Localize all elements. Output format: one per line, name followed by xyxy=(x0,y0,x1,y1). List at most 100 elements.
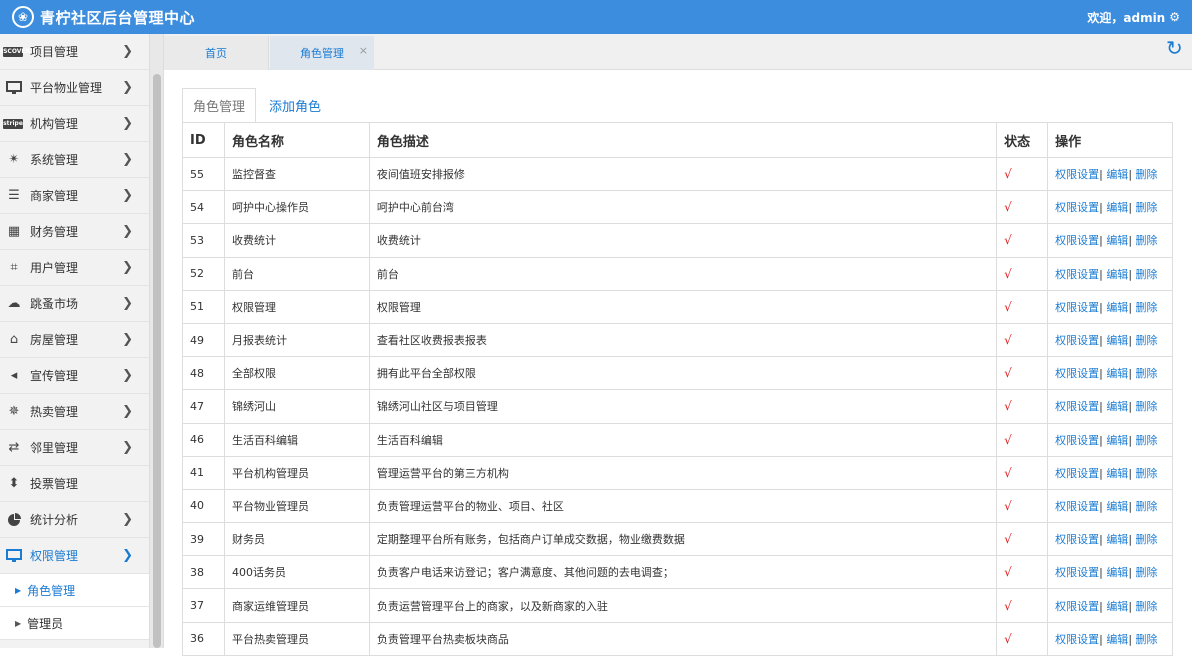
sidebar-item-label: 宣传管理 xyxy=(30,369,79,383)
delete-link[interactable]: 删除 xyxy=(1136,334,1158,347)
leaf-logo-icon: ❀ xyxy=(12,6,34,28)
tab-role-management[interactable]: 角色管理 × xyxy=(270,36,374,70)
sidebar-item-neighbor[interactable]: ⇄ 邻里管理 ❯ xyxy=(0,430,149,466)
edit-link[interactable]: 编辑 xyxy=(1106,334,1128,347)
cell-actions: 权限设置| 编辑| 删除 xyxy=(1047,223,1173,258)
delete-link[interactable]: 删除 xyxy=(1136,301,1158,314)
edit-link[interactable]: 编辑 xyxy=(1106,467,1128,480)
sidebar-subitem-admin[interactable]: ▶ 管理员 xyxy=(0,607,149,640)
sidebar-item-system[interactable]: ✴ 系统管理 ❯ xyxy=(0,142,149,178)
retweet-icon: ⇄ xyxy=(8,440,20,455)
edit-link[interactable]: 编辑 xyxy=(1106,301,1128,314)
user-menu[interactable]: 欢迎，admin ⚙ xyxy=(1087,0,1180,34)
app-title: 青柠社区后台管理中心 xyxy=(40,8,196,27)
cell-role-name: 平台机构管理员 xyxy=(223,455,370,490)
delete-link[interactable]: 删除 xyxy=(1136,367,1158,380)
delete-link[interactable]: 删除 xyxy=(1136,434,1158,447)
chevron-right-icon: ❯ xyxy=(122,548,133,563)
permission-settings-link[interactable]: 权限设置 xyxy=(1055,533,1099,546)
table-row: 38 400话务员 负责客户电话来访登记；客户满意度、其他问题的去电调查； √ 权限设置… xyxy=(182,555,1173,590)
separator: | xyxy=(1128,168,1133,182)
delete-link[interactable]: 删除 xyxy=(1136,168,1158,181)
permission-settings-link[interactable]: 权限设置 xyxy=(1055,168,1099,181)
gear-icon[interactable]: ⚙ xyxy=(1169,10,1180,24)
refresh-icon[interactable]: ↻ xyxy=(1166,38,1186,58)
chevron-right-icon: ❯ xyxy=(122,188,133,203)
sidebar-item-vote[interactable]: ⬍ 投票管理 xyxy=(0,466,149,502)
check-icon: √ xyxy=(1004,432,1012,447)
sidebar-item-label: 用户管理 xyxy=(30,261,79,275)
delete-link[interactable]: 删除 xyxy=(1136,633,1158,646)
separator: | xyxy=(1099,533,1103,547)
edit-link[interactable]: 编辑 xyxy=(1106,234,1128,247)
edit-link[interactable]: 编辑 xyxy=(1106,201,1128,214)
delete-link[interactable]: 删除 xyxy=(1136,500,1158,513)
delete-link[interactable]: 删除 xyxy=(1136,566,1158,579)
sidebar-item-label: 商家管理 xyxy=(30,189,79,203)
delete-link[interactable]: 删除 xyxy=(1136,467,1158,480)
sidebar-item-hot-sale[interactable]: ✵ 热卖管理 ❯ xyxy=(0,394,149,430)
sidebar-item-permission[interactable]: 权限管理 ❯ xyxy=(0,538,149,574)
permission-settings-link[interactable]: 权限设置 xyxy=(1055,334,1099,347)
cell-id: 55 xyxy=(182,156,225,192)
sidebar-scrollbar[interactable] xyxy=(150,34,164,648)
cell-id: 48 xyxy=(182,356,225,391)
permission-settings-link[interactable]: 权限设置 xyxy=(1055,500,1099,513)
sidebar-item-statistics[interactable]: 统计分析 ❯ xyxy=(0,502,149,538)
sidebar-item-project[interactable]: DISCOVER 项目管理 ❯ xyxy=(0,34,149,70)
delete-link[interactable]: 删除 xyxy=(1136,234,1158,247)
sidebar-item-flea-market[interactable]: ☁ 跳蚤市场 ❯ xyxy=(0,286,149,322)
edit-link[interactable]: 编辑 xyxy=(1106,633,1128,646)
sidebar-item-organization[interactable]: stripe 机构管理 ❯ xyxy=(0,106,149,142)
crop-icon: ⌗ xyxy=(10,260,18,275)
permission-settings-link[interactable]: 权限设置 xyxy=(1055,201,1099,214)
permission-settings-link[interactable]: 权限设置 xyxy=(1055,434,1099,447)
permission-settings-link[interactable]: 权限设置 xyxy=(1055,467,1099,480)
permission-settings-link[interactable]: 权限设置 xyxy=(1055,566,1099,579)
permission-settings-link[interactable]: 权限设置 xyxy=(1055,301,1099,314)
permission-settings-link[interactable]: 权限设置 xyxy=(1055,600,1099,613)
delete-link[interactable]: 删除 xyxy=(1136,600,1158,613)
sidebar-subitem-role[interactable]: ▶ 角色管理 xyxy=(0,574,149,607)
subtab-add-role[interactable]: 添加角色 xyxy=(269,88,321,122)
cell-role-desc: 拥有此平台全部权限 xyxy=(368,356,998,391)
chevron-right-icon: ❯ xyxy=(122,440,133,455)
permission-settings-link[interactable]: 权限设置 xyxy=(1055,633,1099,646)
sidebar-item-property[interactable]: 平台物业管理 ❯ xyxy=(0,70,149,106)
cell-actions: 权限设置| 编辑| 删除 xyxy=(1047,156,1173,192)
sidebar-item-finance[interactable]: ▦ 财务管理 ❯ xyxy=(0,214,149,250)
sidebar-item-user[interactable]: ⌗ 用户管理 ❯ xyxy=(0,250,149,286)
edit-link[interactable]: 编辑 xyxy=(1106,400,1128,413)
scrollbar-thumb[interactable] xyxy=(153,74,161,648)
edit-link[interactable]: 编辑 xyxy=(1106,600,1128,613)
close-icon[interactable]: × xyxy=(359,44,368,57)
chevron-right-icon: ❯ xyxy=(122,116,133,131)
permission-settings-link[interactable]: 权限设置 xyxy=(1055,400,1099,413)
separator: | xyxy=(1128,400,1133,414)
cell-role-desc: 前台 xyxy=(368,256,998,291)
delete-link[interactable]: 删除 xyxy=(1136,400,1158,413)
cell-role-desc: 权限管理 xyxy=(368,289,998,324)
permission-settings-link[interactable]: 权限设置 xyxy=(1055,234,1099,247)
subtab-role-management[interactable]: 角色管理 xyxy=(182,88,256,122)
tab-home[interactable]: 首页 xyxy=(164,36,269,70)
edit-link[interactable]: 编辑 xyxy=(1106,168,1128,181)
delete-link[interactable]: 删除 xyxy=(1136,268,1158,281)
edit-link[interactable]: 编辑 xyxy=(1106,566,1128,579)
delete-link[interactable]: 删除 xyxy=(1136,201,1158,214)
sidebar-item-merchant[interactable]: ☰ 商家管理 ❯ xyxy=(0,178,149,214)
table-row: 41 平台机构管理员 管理运营平台的第三方机构 √ 权限设置| 编辑| 删除 xyxy=(182,455,1173,490)
cell-role-name: 全部权限 xyxy=(223,356,370,391)
edit-link[interactable]: 编辑 xyxy=(1106,367,1128,380)
permission-settings-link[interactable]: 权限设置 xyxy=(1055,367,1099,380)
delete-link[interactable]: 删除 xyxy=(1136,533,1158,546)
check-icon: √ xyxy=(1004,366,1012,381)
sidebar-item-promotion[interactable]: ◂ 宣传管理 ❯ xyxy=(0,358,149,394)
edit-link[interactable]: 编辑 xyxy=(1106,500,1128,513)
permission-settings-link[interactable]: 权限设置 xyxy=(1055,268,1099,281)
edit-link[interactable]: 编辑 xyxy=(1106,268,1128,281)
edit-link[interactable]: 编辑 xyxy=(1106,434,1128,447)
cell-role-desc: 管理运营平台的第三方机构 xyxy=(368,455,998,490)
sidebar-item-housing[interactable]: ⌂ 房屋管理 ❯ xyxy=(0,322,149,358)
edit-link[interactable]: 编辑 xyxy=(1106,533,1128,546)
